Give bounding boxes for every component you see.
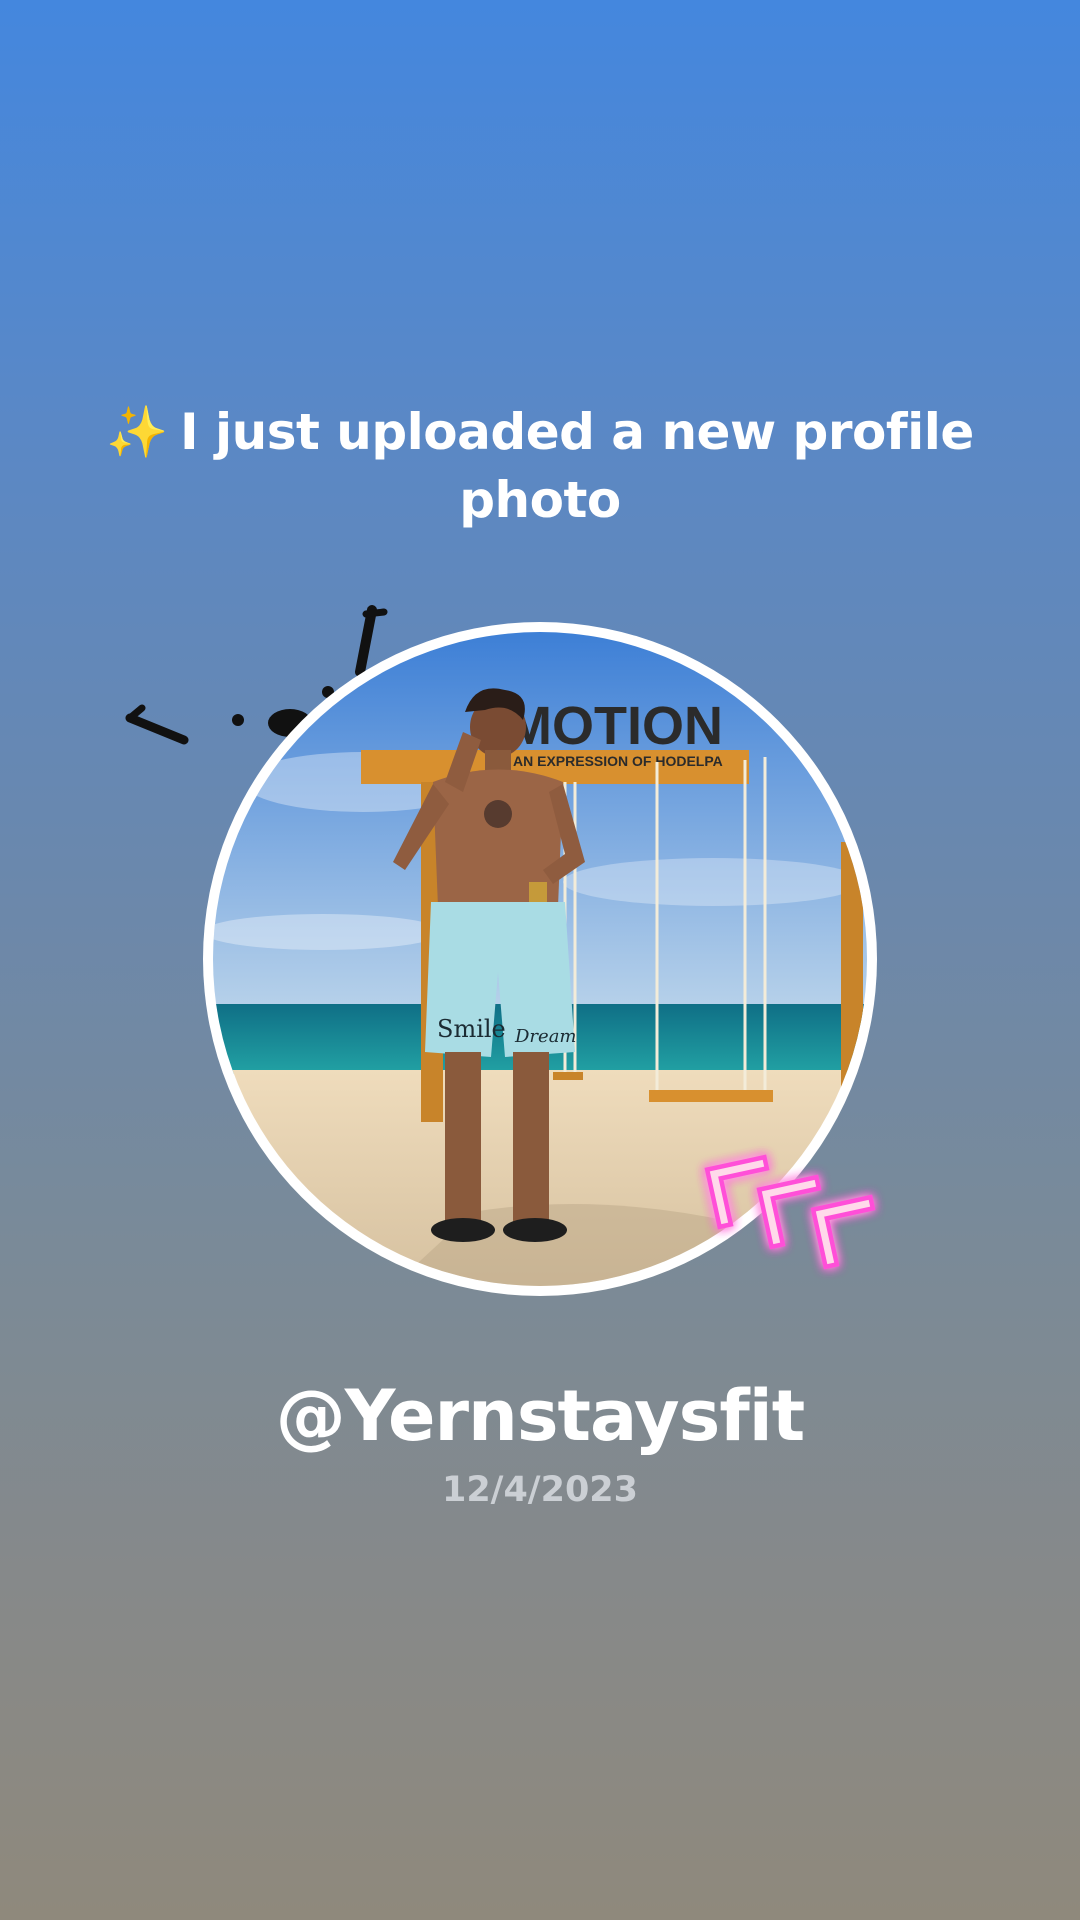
sparkles-icon: ✨ [106,403,168,461]
shorts-text-dream: Dream [514,1026,577,1047]
headline: ✨ I just uploaded a new profile photo [90,398,990,534]
sign-subtext: AN EXPRESSION OF HODELPA [513,753,723,769]
username: @Yernstaysfit [275,1375,806,1457]
upload-date: 12/4/2023 [441,1470,639,1510]
headline-text: I just uploaded a new profile photo [179,403,974,529]
shorts-text-smile: Smile [437,1015,506,1043]
neon-chevrons-icon [704,1154,876,1270]
